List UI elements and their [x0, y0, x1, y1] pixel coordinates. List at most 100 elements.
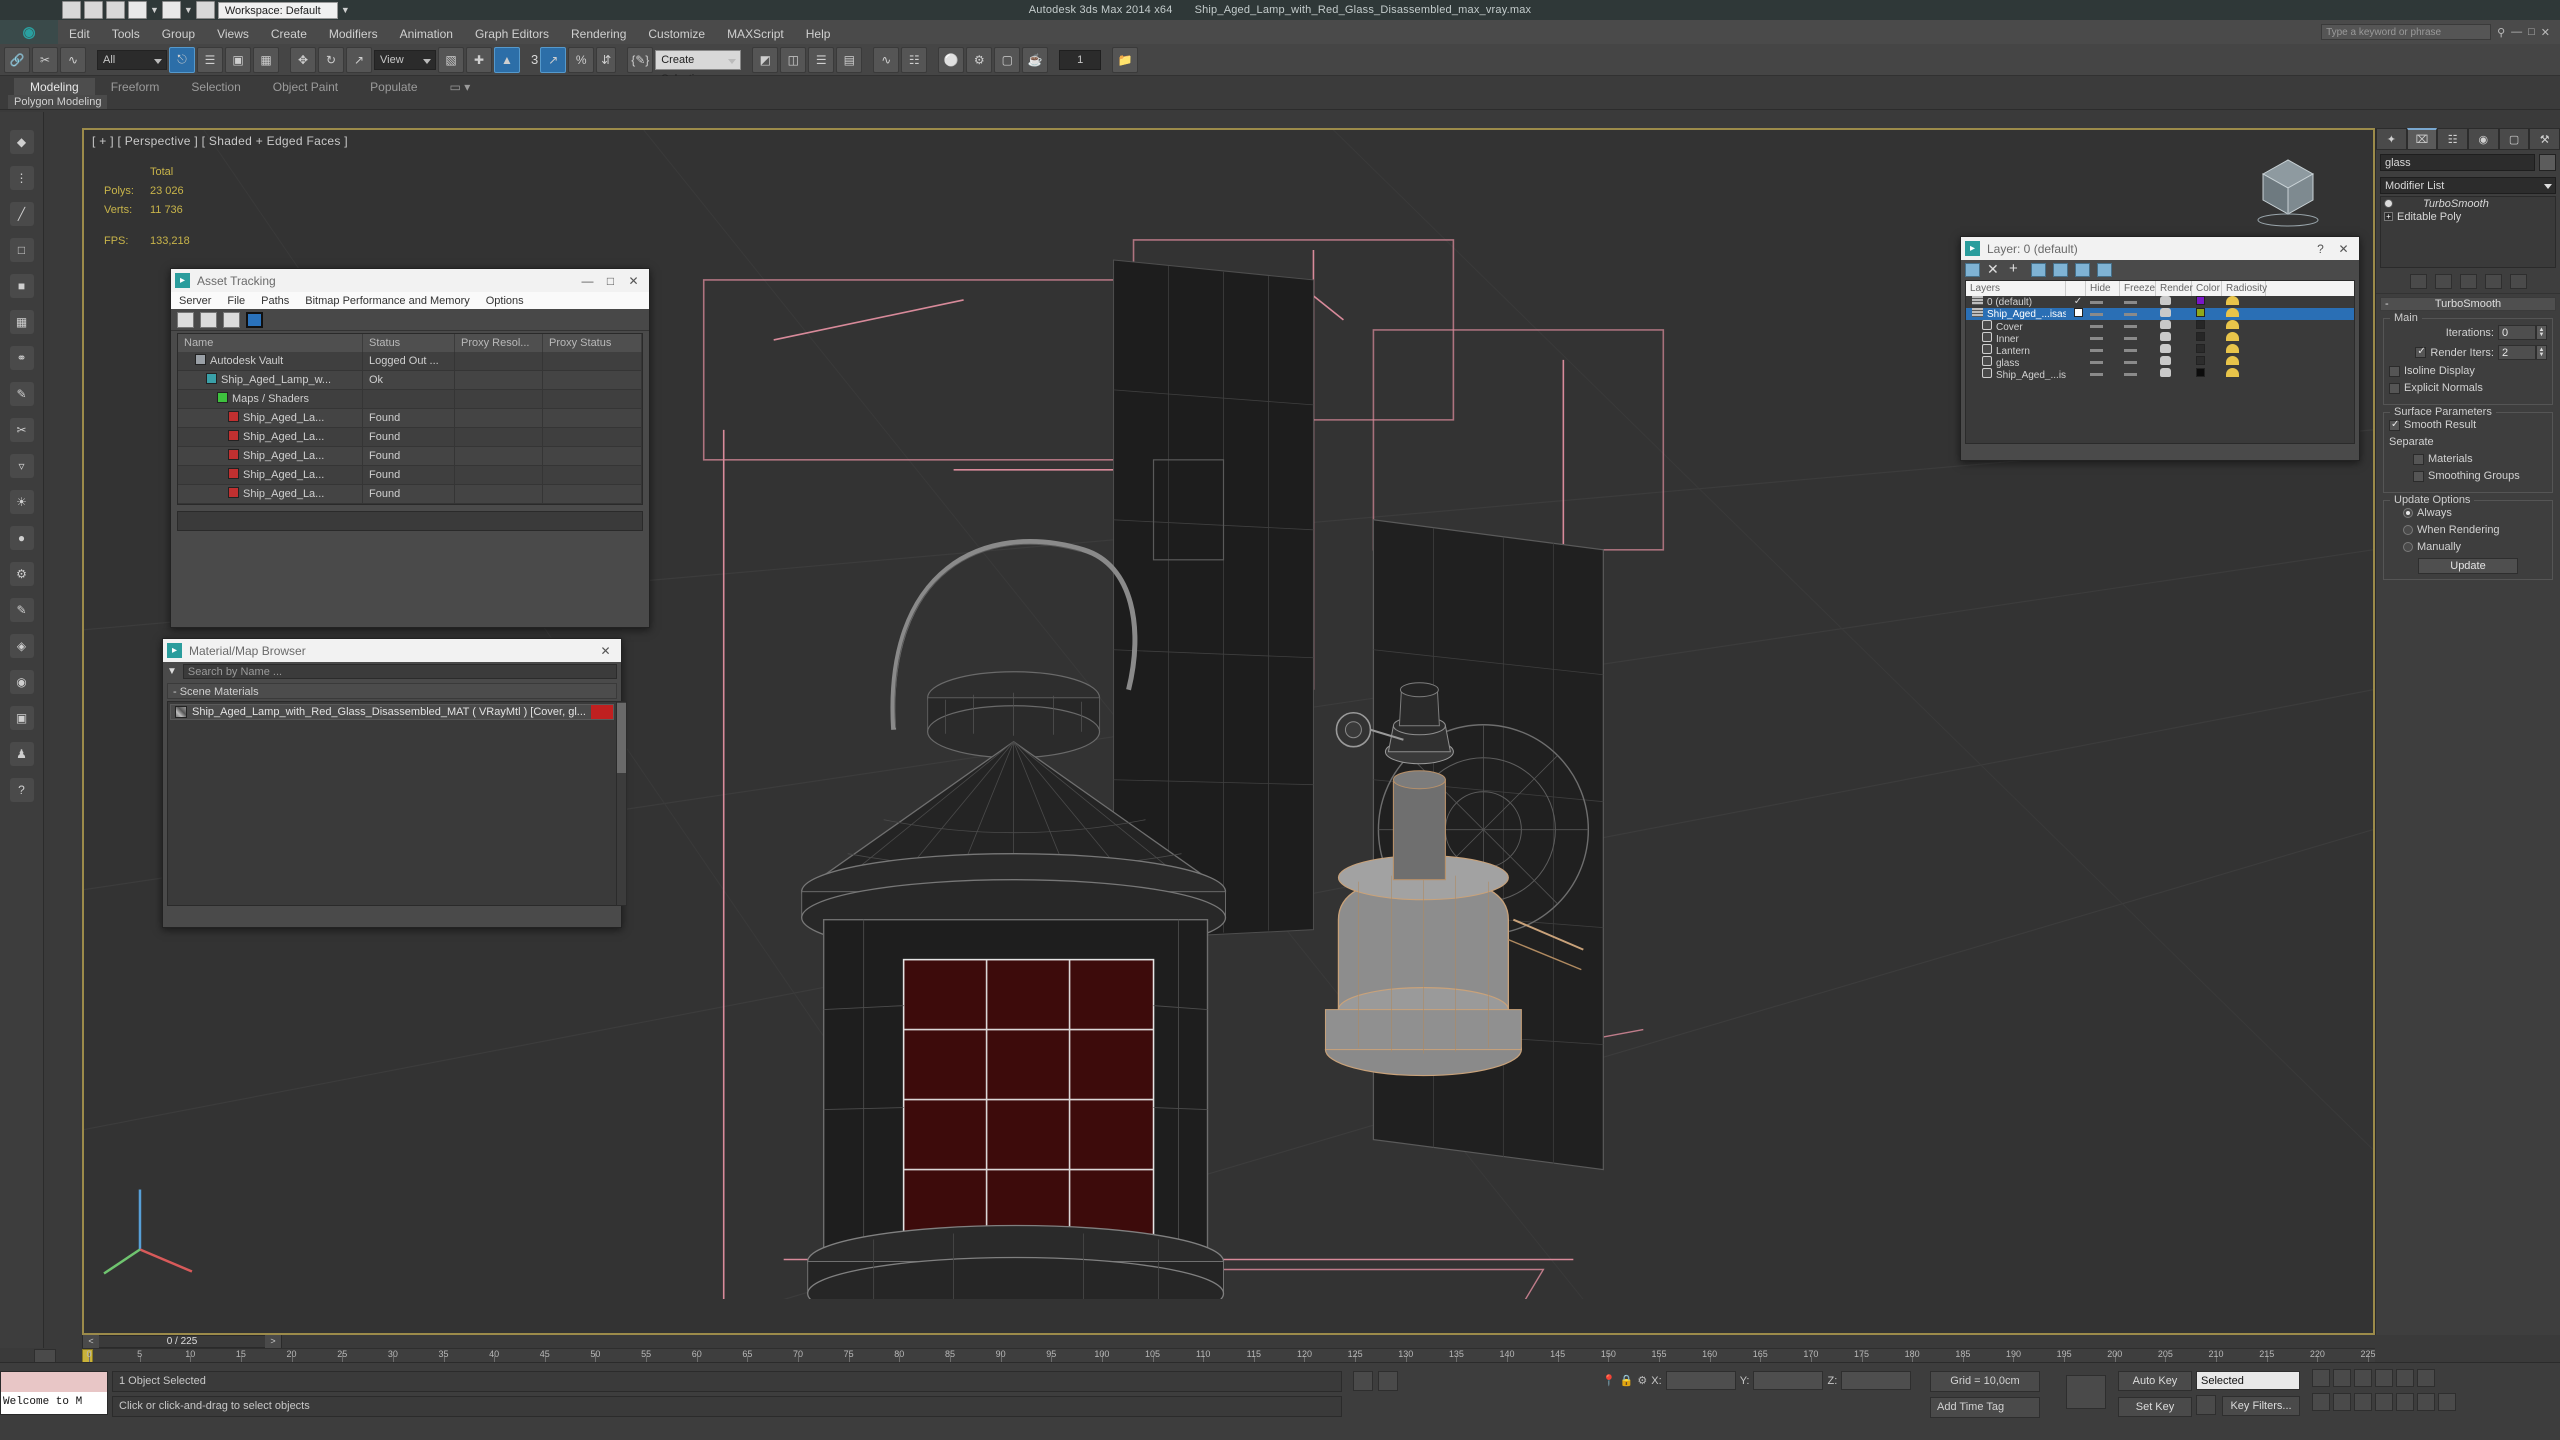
element-sub-icon[interactable]: ▦: [9, 310, 34, 334]
asset-tracking-table[interactable]: Name Status Proxy Resol... Proxy Status Aut…: [177, 333, 643, 505]
time-configuration-icon[interactable]: [2417, 1369, 2435, 1387]
field-of-view-icon[interactable]: [2375, 1393, 2393, 1411]
relax-icon[interactable]: ◈: [9, 634, 34, 658]
border-sub-icon[interactable]: □: [9, 238, 34, 262]
layer-list-table[interactable]: Layers Hide Freeze Render Color Radiosity 0 (…: [1965, 280, 2355, 444]
paint-deform-icon[interactable]: ✎: [9, 598, 34, 622]
search-icon[interactable]: ⚲: [2497, 26, 2505, 39]
delete-layer-icon[interactable]: ✕: [1987, 262, 2002, 277]
material-list-item[interactable]: Ship_Aged_Lamp_with_Red_Glass_Disassembl…: [170, 704, 614, 720]
layer-hide-toggle[interactable]: [2086, 344, 2120, 356]
edge-sub-icon[interactable]: ╱: [9, 202, 34, 226]
layer-render-toggle[interactable]: [2156, 320, 2192, 332]
isoline-display-checkbox[interactable]: [2389, 365, 2400, 377]
display-tab[interactable]: ▢: [2498, 128, 2530, 150]
freeform-icon[interactable]: ▣: [9, 706, 34, 730]
layer-dialog-close-icon[interactable]: ✕: [2332, 239, 2355, 259]
key-filter-selection-dropdown[interactable]: Selected: [2196, 1371, 2300, 1390]
layer-hide-toggle[interactable]: [2086, 296, 2120, 308]
layer-color-swatch[interactable]: [2192, 320, 2222, 332]
max-logo-button[interactable]: ◉: [0, 20, 58, 44]
grid-view-icon[interactable]: [246, 311, 263, 328]
material-browser-list[interactable]: Ship_Aged_Lamp_with_Red_Glass_Disassembl…: [167, 701, 627, 906]
select-link-icon[interactable]: 🔗: [4, 46, 30, 73]
y-coordinate-field[interactable]: [1753, 1371, 1824, 1390]
select-object-icon[interactable]: ⎋: [169, 46, 195, 73]
menu-item-animation[interactable]: Animation: [389, 22, 464, 46]
asset-table-row[interactable]: Maps / Shaders: [178, 389, 642, 409]
z-coordinate-field[interactable]: [1841, 1371, 1912, 1390]
layer-column-header-freeze[interactable]: Freeze: [2120, 281, 2156, 296]
menu-item-create[interactable]: Create: [260, 22, 318, 46]
layer-freeze-toggle[interactable]: [2120, 356, 2156, 368]
update-when-rendering-radio[interactable]: [2403, 525, 2413, 535]
add-time-tag-button[interactable]: Add Time Tag: [1930, 1397, 2040, 1418]
layer-render-toggle[interactable]: [2156, 368, 2192, 380]
layer-column-header-current[interactable]: [2066, 281, 2086, 296]
modifier-stack-item-editable-poly[interactable]: + Editable Poly: [2381, 210, 2555, 223]
layer-table-row[interactable]: Cover: [1966, 320, 2354, 332]
ribbon-tab-object-paint[interactable]: Object Paint: [257, 78, 354, 96]
create-tab[interactable]: ✦: [2376, 128, 2407, 150]
rectangular-selection-icon[interactable]: ▣: [225, 46, 251, 73]
absolute-relative-mode-icon[interactable]: [1378, 1371, 1398, 1391]
update-manually-radio[interactable]: [2403, 542, 2413, 552]
pin-stack-status-icon[interactable]: 📍: [1602, 1374, 1616, 1387]
material-editor-icon[interactable]: ⚪: [938, 46, 965, 73]
symmetry-icon[interactable]: ◉: [9, 670, 34, 694]
spinner-snap-icon[interactable]: %: [568, 46, 595, 73]
scene-materials-group-header[interactable]: - Scene Materials: [167, 683, 617, 699]
ribbon-tab-modeling[interactable]: Modeling: [14, 78, 95, 96]
layer-freeze-toggle[interactable]: [2120, 332, 2156, 344]
layer-column-header-radiosity[interactable]: Radiosity: [2222, 281, 2267, 296]
show-end-result-icon[interactable]: [2434, 274, 2452, 289]
lock-icon[interactable]: 🔒: [1620, 1374, 1634, 1387]
menu-item-maxscript[interactable]: MAXScript: [716, 22, 795, 46]
layer-hide-toggle[interactable]: [2086, 320, 2120, 332]
prev-frame-button[interactable]: <: [83, 1335, 99, 1348]
ribbon-options-dropdown-icon[interactable]: ▭ ▾: [434, 78, 487, 96]
layer-column-header-hide[interactable]: Hide: [2086, 281, 2120, 296]
mirror-icon[interactable]: ◩: [752, 46, 779, 73]
ribbon-tab-selection[interactable]: Selection: [175, 78, 256, 96]
schematic-view-icon[interactable]: ☷: [901, 46, 928, 73]
iterations-spinner-arrows[interactable]: ▲ ▼: [2536, 325, 2547, 340]
layer-table-row[interactable]: Lantern: [1966, 344, 2354, 356]
zoom-icon[interactable]: [2312, 1393, 2330, 1411]
workspace-dropdown-icon[interactable]: ▼: [341, 5, 350, 15]
separate-materials-checkbox[interactable]: [2413, 453, 2424, 465]
play-animation-icon[interactable]: [2354, 1369, 2372, 1387]
select-scale-icon[interactable]: ↗: [346, 46, 372, 73]
motion-tab[interactable]: ◉: [2468, 128, 2499, 150]
list-view-icon[interactable]: [200, 311, 217, 328]
paint-connect-icon[interactable]: ✎: [9, 382, 34, 406]
material-browser-scrollbar[interactable]: [616, 701, 627, 906]
turbosmooth-rollup-header[interactable]: - TurboSmooth: [2380, 297, 2556, 311]
layer-column-header-layers[interactable]: Layers: [1966, 281, 2066, 296]
quickslice-icon[interactable]: ▿: [9, 454, 34, 478]
edit-named-selection-icon[interactable]: ⇵: [596, 46, 617, 73]
layer-hide-toggle[interactable]: [2086, 308, 2120, 320]
layer-render-toggle[interactable]: [2156, 344, 2192, 356]
asset-tracking-maximize-icon[interactable]: □: [599, 271, 622, 291]
asset-tracking-dialog[interactable]: ▸ Asset Tracking — □ ✕ Server File Paths Bi…: [170, 268, 650, 628]
menu-item-views[interactable]: Views: [206, 22, 260, 46]
asset-menu-file[interactable]: File: [227, 295, 245, 307]
render-setup-icon[interactable]: ⚙: [966, 46, 993, 73]
window-crossing-icon[interactable]: ▦: [253, 46, 279, 73]
layer-radiosity-toggle[interactable]: [2222, 320, 2266, 332]
layer-column-header-render[interactable]: Render: [2156, 281, 2193, 296]
mini-listener-text[interactable]: Welcome to M: [1, 1392, 107, 1414]
timeline-ruler[interactable]: 0 5 10 15 20 25 30 35 40 45 50 55 60 65 70 75 80 85 90 95 10…: [34, 1348, 2376, 1363]
create-new-layer-icon[interactable]: [1965, 263, 1980, 277]
select-move-icon[interactable]: ✥: [290, 46, 316, 73]
workspace-selector[interactable]: Workspace: Default: [217, 1, 338, 19]
snap-toggle-icon[interactable]: ✚: [466, 46, 492, 73]
next-frame-icon[interactable]: [2375, 1369, 2393, 1387]
layer-color-swatch[interactable]: [2192, 356, 2222, 368]
menu-item-customize[interactable]: Customize: [637, 22, 716, 46]
layer-dialog-help-icon[interactable]: ?: [2309, 239, 2332, 259]
modifier-stack[interactable]: TurboSmooth + Editable Poly: [2380, 196, 2556, 268]
transform-mode-icon[interactable]: ⚙: [1637, 1374, 1647, 1387]
asset-table-row[interactable]: Ship_Aged_Lamp_w... Ok: [178, 370, 642, 390]
